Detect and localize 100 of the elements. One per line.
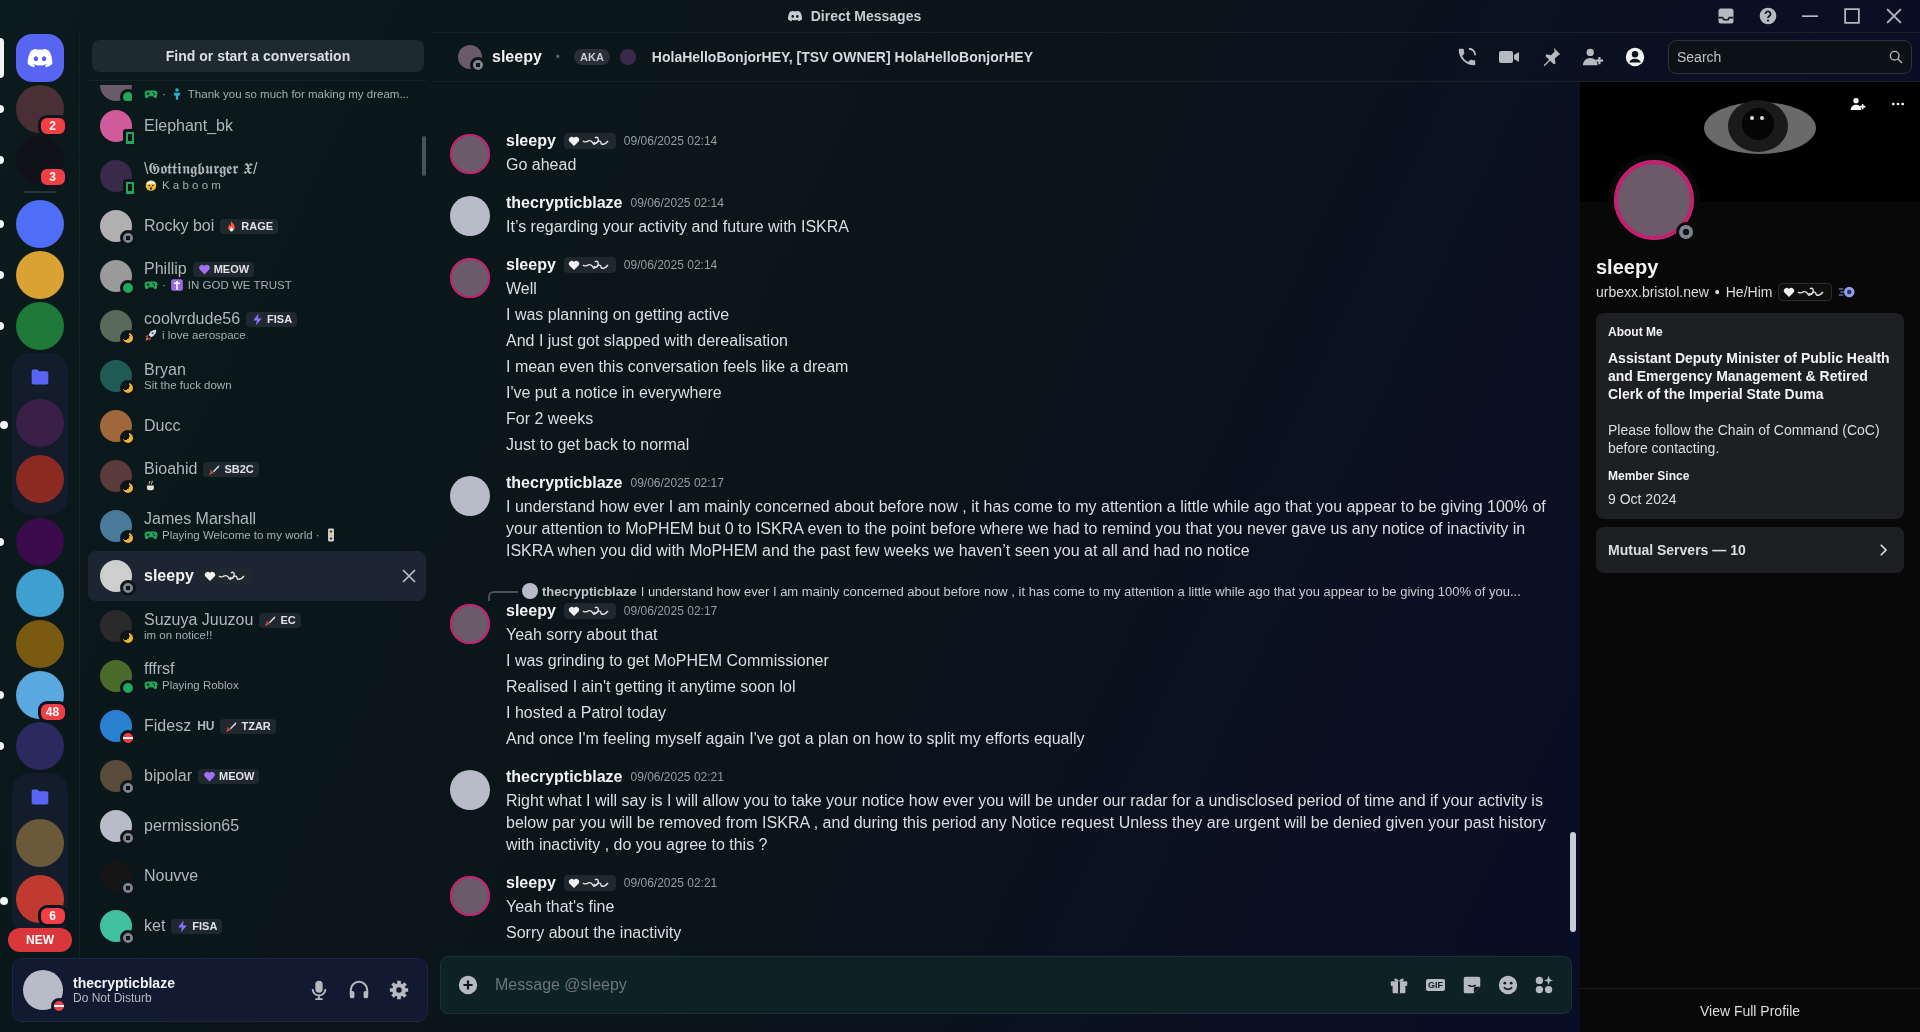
message-timestamp: 09/06/2025 02:21 <box>630 770 724 784</box>
dm-item[interactable]: ket FISA <box>88 901 426 951</box>
message-timestamp: 09/06/2025 02:21 <box>623 876 718 890</box>
new-badge[interactable]: NEW <box>8 928 72 952</box>
dm-item[interactable]: Elephant_bk <box>88 101 426 151</box>
message-author[interactable]: sleepy <box>506 874 556 892</box>
activity-text: K a b o o m <box>162 179 221 191</box>
mutual-servers-button[interactable]: Mutual Servers — 10 <box>1596 527 1904 573</box>
message-text: Right what I will say is I will allow you to take your notice how ever you will be under our radar for a undisclosed period of time and if your activity is below par you will be removed from ISKRA , and during this period any Notice request Unless they are urgent will be denied given your past history with inactivity , do you agree to this ? <box>506 791 1547 855</box>
reply-author[interactable]: thecrypticblaze <box>542 583 637 599</box>
server-icon[interactable] <box>15 569 64 617</box>
dm-item[interactable]: permission65 <box>88 801 426 851</box>
dm-item[interactable]: sleepy <box>88 551 426 601</box>
folder-icon <box>29 367 50 387</box>
message-author[interactable]: thecrypticblaze <box>506 768 623 786</box>
username: coolvrdude56 <box>144 310 241 328</box>
gif-button[interactable]: GIF <box>1424 977 1447 993</box>
attach-button[interactable] <box>457 974 479 996</box>
close-icon <box>1886 8 1902 24</box>
username: Bryan <box>144 361 186 379</box>
headphones-icon <box>348 979 370 1001</box>
phone-icon <box>1456 46 1478 68</box>
username: Rocky boi <box>144 217 215 235</box>
heart-icon <box>203 769 217 783</box>
scrollbar[interactable] <box>422 136 426 176</box>
dm-item[interactable]: fffrsf Playing Roblox <box>88 651 426 701</box>
sticker-icon <box>1461 974 1483 996</box>
channel-title: sleepy <box>492 48 542 66</box>
server-icon[interactable] <box>15 200 64 248</box>
dm-item[interactable]: bipolar MEOW <box>88 751 426 801</box>
lightning-icon <box>176 919 190 933</box>
heart-icon <box>197 262 211 276</box>
message-author[interactable]: thecrypticblaze <box>506 194 623 212</box>
search-field[interactable]: Search <box>1668 40 1912 74</box>
emoji-button[interactable] <box>1497 974 1519 996</box>
activity-text: i love aerospace <box>162 329 246 341</box>
username: ket <box>144 917 166 935</box>
message-author[interactable]: sleepy <box>506 602 556 620</box>
folder-icon <box>29 787 50 807</box>
message-timestamp: 09/06/2025 02:17 <box>623 604 718 618</box>
settings-icon <box>388 979 410 1001</box>
message-field[interactable]: Message @sleepy GIF <box>440 956 1572 1014</box>
username: Nouvve <box>144 867 199 885</box>
message-author[interactable]: sleepy <box>506 132 556 150</box>
dm-item[interactable]: · Thank you so much for making my dream... <box>88 81 426 101</box>
aka-label: AKA <box>574 49 610 65</box>
message-author[interactable]: thecrypticblaze <box>506 474 623 492</box>
guild-tag-label: TZAR <box>241 720 271 732</box>
guild-tag-label: FISA <box>192 920 218 932</box>
close-icon <box>402 569 416 583</box>
apps-button[interactable] <box>1533 974 1555 996</box>
home-button[interactable] <box>15 34 64 82</box>
minimize-icon <box>1802 14 1818 18</box>
avatar <box>100 660 132 692</box>
apps-icon <box>1533 974 1555 996</box>
dm-item[interactable]: Ducc <box>88 401 426 451</box>
help-icon <box>1758 6 1778 26</box>
guild-tag-label: MEOW <box>213 263 250 275</box>
reply-connector-line <box>488 591 518 601</box>
activity-text: im on notice!! <box>144 629 213 641</box>
view-full-profile-button[interactable]: View Full Profile <box>1580 988 1920 1032</box>
avatar <box>100 910 132 942</box>
message-text: Sorry about the inactivity <box>506 923 683 943</box>
rocket-icon <box>144 328 158 342</box>
dm-item[interactable]: Suzuya Juuzou EC im on notice!! <box>88 601 426 651</box>
dm-item[interactable]: Fidesz HU TZAR <box>88 701 426 751</box>
sticker-button[interactable] <box>1461 974 1483 996</box>
dm-item[interactable]: Nouvve <box>88 851 426 901</box>
mention-badge: 6 <box>37 905 68 927</box>
message-text: I was planning on getting active <box>506 305 731 325</box>
message-text: Well <box>506 279 538 299</box>
dm-item[interactable]: Phillip MEOW · IN GOD WE TRUST <box>88 251 426 301</box>
username: Elephant_bk <box>144 117 233 135</box>
avatar <box>100 110 132 142</box>
message-text: And once I'm feeling myself again I've got a plan on how to split my efforts equally <box>506 729 1085 749</box>
bio-title: Assistant Deputy Minister of Public Health and Emergency Management & Retired Clerk of the Imperial State Duma <box>1608 349 1891 403</box>
activity-text: Thank you so much for making my dream... <box>187 88 409 100</box>
username: Fidesz <box>144 717 192 735</box>
message-timestamp: 09/06/2025 02:14 <box>623 134 718 148</box>
message-input[interactable]: Message @sleepy <box>493 975 1374 995</box>
username: James Marshall <box>144 510 257 528</box>
server-icon[interactable] <box>15 251 64 299</box>
find-conversation-button[interactable]: Find or start a conversation <box>92 40 424 72</box>
dm-item[interactable]: Rocky boi RAGE <box>88 201 426 251</box>
mention-badge: 3 <box>37 166 68 188</box>
message-text: Just to get back to normal <box>506 435 691 455</box>
dm-item[interactable]: James Marshall Playing Welcome to my world · <box>88 501 426 551</box>
avatar <box>100 260 132 292</box>
scrollbar[interactable] <box>1570 832 1576 932</box>
avatar <box>100 460 132 492</box>
dm-item[interactable]: \𝕲𝖔𝖙𝖙𝖎𝖓𝖌𝖇𝖚𝖗𝖌𝖊𝖗 𝖃/ K a b o o m <box>88 151 426 201</box>
server-icon[interactable] <box>15 302 64 350</box>
section-heading: About Me <box>1608 325 1664 339</box>
reply-preview[interactable]: I understand how ever I am mainly concerned about before now , it has come to my attention a little while ago that you appear to be giving 100% of you... <box>640 583 1521 599</box>
message-text: Realised I ain't getting it anytime soon lol <box>506 677 797 697</box>
dm-item[interactable]: coolvrdude56 FISA i love aerospace <box>88 301 426 351</box>
dm-item[interactable]: Bryan Sit the fuck down <box>88 351 426 401</box>
avatar <box>100 610 132 642</box>
dm-item[interactable]: Bioahid SB2C <box>88 451 426 501</box>
message-author[interactable]: sleepy <box>506 256 556 274</box>
